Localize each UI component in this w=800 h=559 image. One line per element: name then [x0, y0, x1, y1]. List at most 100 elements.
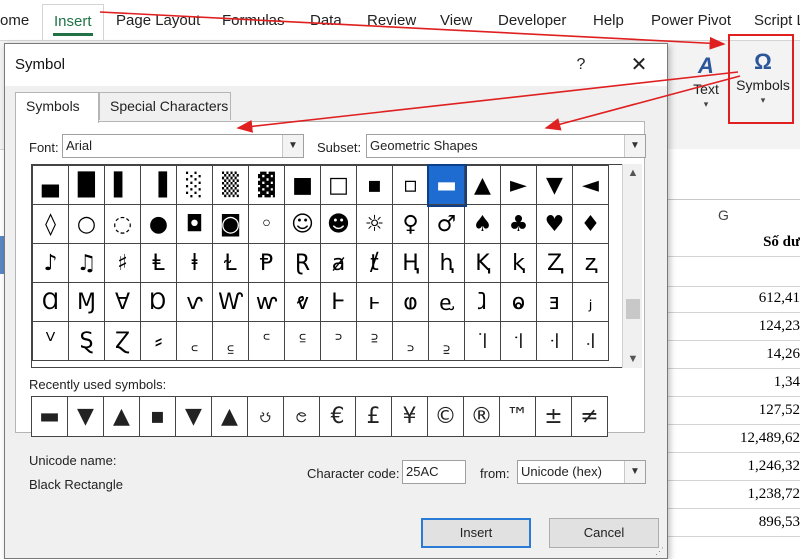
- symbol-cell[interactable]: ꜅: [356, 321, 393, 361]
- symbol-cell[interactable]: ꜋: [572, 321, 609, 361]
- symbol-cell[interactable]: Ⱬ: [536, 243, 573, 283]
- symbol-cell[interactable]: Ⱡ: [140, 243, 177, 283]
- tab-special-characters[interactable]: Special Characters: [99, 92, 231, 120]
- table-cell[interactable]: 1,246,32: [668, 451, 800, 481]
- recent-symbol-cell[interactable]: ▼: [67, 396, 104, 437]
- tab-home[interactable]: ome: [0, 12, 29, 29]
- symbol-cell[interactable]: ▐: [140, 165, 177, 205]
- symbol-cell[interactable]: ⱳ: [248, 282, 285, 322]
- symbol-cell[interactable]: ▲: [464, 165, 501, 205]
- recent-symbol-cell[interactable]: ▪: [139, 396, 176, 437]
- symbol-cell[interactable]: ♥: [536, 204, 573, 244]
- symbol-cell[interactable]: ⱼ: [572, 282, 609, 322]
- symbol-cell[interactable]: ●: [140, 204, 177, 244]
- tab-page-layout[interactable]: Page Layout: [116, 12, 200, 29]
- symbol-cell[interactable]: ▌: [104, 165, 141, 205]
- recent-symbol-cell[interactable]: ၔ: [283, 396, 320, 437]
- symbol-cell[interactable]: Ɐ: [104, 282, 141, 322]
- symbol-cell[interactable]: ◊: [32, 204, 69, 244]
- symbol-cell[interactable]: ⸗: [140, 321, 177, 361]
- symbol-cell[interactable]: ♂: [428, 204, 465, 244]
- symbol-cell[interactable]: ⱥ: [320, 243, 357, 283]
- from-select[interactable]: Unicode (hex) ▼: [517, 460, 646, 484]
- tab-data[interactable]: Data: [310, 12, 342, 29]
- symbol-cell[interactable]: ◄: [572, 165, 609, 205]
- symbol-cell[interactable]: Ɀ: [104, 321, 141, 361]
- scroll-up-icon[interactable]: ▲: [623, 164, 643, 182]
- table-cell[interactable]: 1,34: [668, 367, 800, 397]
- tab-developer[interactable]: Developer: [498, 12, 566, 29]
- symbol-cell[interactable]: ⱴ: [284, 282, 321, 322]
- symbol-cell[interactable]: ꜈: [464, 321, 501, 361]
- table-cell[interactable]: 12,489,62: [668, 423, 800, 453]
- tab-review[interactable]: Review: [367, 12, 416, 29]
- column-letter[interactable]: G: [718, 207, 729, 223]
- symbol-cell[interactable]: ꜁: [212, 321, 249, 361]
- text-button[interactable]: A Text ▾: [688, 51, 724, 110]
- subset-select[interactable]: Geometric Shapes ▼: [366, 134, 646, 158]
- symbol-cell[interactable]: ◦: [248, 204, 285, 244]
- symbol-cell[interactable]: Ⱳ: [212, 282, 249, 322]
- close-button[interactable]: ✕: [619, 50, 659, 80]
- symbol-cell[interactable]: ○: [68, 204, 105, 244]
- symbol-cell[interactable]: ꜊: [536, 321, 573, 361]
- symbol-cell[interactable]: ☼: [356, 204, 393, 244]
- symbol-cell[interactable]: ⱱ: [176, 282, 213, 322]
- symbol-cell[interactable]: ⱻ: [536, 282, 573, 322]
- symbol-cell[interactable]: ░: [176, 165, 213, 205]
- symbol-cell[interactable]: ⱹ: [464, 282, 501, 322]
- recent-symbol-cell[interactable]: €: [319, 396, 356, 437]
- recent-symbol-cell[interactable]: ▼: [175, 396, 212, 437]
- symbol-cell[interactable]: ⱪ: [500, 243, 537, 283]
- recent-symbol-cell[interactable]: ≠: [571, 396, 608, 437]
- recent-symbol-cell[interactable]: ¥: [391, 396, 428, 437]
- symbol-cell[interactable]: ⱶ: [356, 282, 393, 322]
- symbol-cell[interactable]: ♀: [392, 204, 429, 244]
- symbol-cell[interactable]: ▓: [248, 165, 285, 205]
- scrollbar-thumb[interactable]: [626, 299, 640, 319]
- symbol-cell[interactable]: █: [68, 165, 105, 205]
- symbol-cell[interactable]: ꜃: [284, 321, 321, 361]
- symbol-cell[interactable]: ♪: [32, 243, 69, 283]
- scroll-down-icon[interactable]: ▼: [623, 350, 643, 368]
- symbol-cell[interactable]: ⱨ: [428, 243, 465, 283]
- tab-formulas[interactable]: Formulas: [222, 12, 285, 29]
- symbol-cell[interactable]: ♣: [500, 204, 537, 244]
- insert-button[interactable]: Insert: [421, 518, 531, 548]
- symbol-grid-scrollbar[interactable]: ▲ ▼: [622, 164, 642, 368]
- table-cell[interactable]: 127,52: [668, 395, 800, 425]
- symbol-cell[interactable]: ▒: [212, 165, 249, 205]
- character-code-input[interactable]: 25AC: [402, 460, 466, 484]
- symbol-cell[interactable]: ꜉: [500, 321, 537, 361]
- recent-symbol-cell[interactable]: ™: [499, 396, 536, 437]
- recent-symbol-cell[interactable]: ©: [427, 396, 464, 437]
- tab-insert[interactable]: Insert: [42, 4, 104, 40]
- tab-view[interactable]: View: [440, 12, 472, 29]
- symbol-cell[interactable]: Ᵽ: [248, 243, 285, 283]
- table-cell[interactable]: 612,41: [668, 283, 800, 313]
- recent-symbol-cell[interactable]: ၓ: [247, 396, 284, 437]
- symbol-cell[interactable]: ▬: [426, 163, 467, 207]
- column-header-cell[interactable]: Số dư: [668, 227, 800, 257]
- symbol-cell[interactable]: ▼: [536, 165, 573, 205]
- recent-symbol-cell[interactable]: ±: [535, 396, 572, 437]
- table-cell[interactable]: 124,23: [668, 311, 800, 341]
- symbol-cell[interactable]: ꜀: [176, 321, 213, 361]
- recent-symbol-cell[interactable]: ▬: [31, 396, 68, 437]
- tab-script-lab[interactable]: Script L: [754, 12, 800, 29]
- symbol-cell[interactable]: ◙: [212, 204, 249, 244]
- cancel-button[interactable]: Cancel: [549, 518, 659, 548]
- table-cell[interactable]: 896,53: [668, 507, 800, 537]
- symbol-cell[interactable]: ꜂: [248, 321, 285, 361]
- symbol-cell[interactable]: □: [320, 165, 357, 205]
- symbol-cell[interactable]: Ⱪ: [464, 243, 501, 283]
- symbol-cell[interactable]: Ɫ: [212, 243, 249, 283]
- symbol-cell[interactable]: ♯: [104, 243, 141, 283]
- tab-symbols[interactable]: Symbols: [15, 92, 99, 123]
- table-cell[interactable]: 1,238,72: [668, 479, 800, 509]
- symbol-cell[interactable]: Ɒ: [140, 282, 177, 322]
- symbol-cell[interactable]: ▫: [392, 165, 429, 205]
- tab-help[interactable]: Help: [593, 12, 624, 29]
- symbol-cell[interactable]: Ȿ: [68, 321, 105, 361]
- symbol-cell[interactable]: Ɱ: [68, 282, 105, 322]
